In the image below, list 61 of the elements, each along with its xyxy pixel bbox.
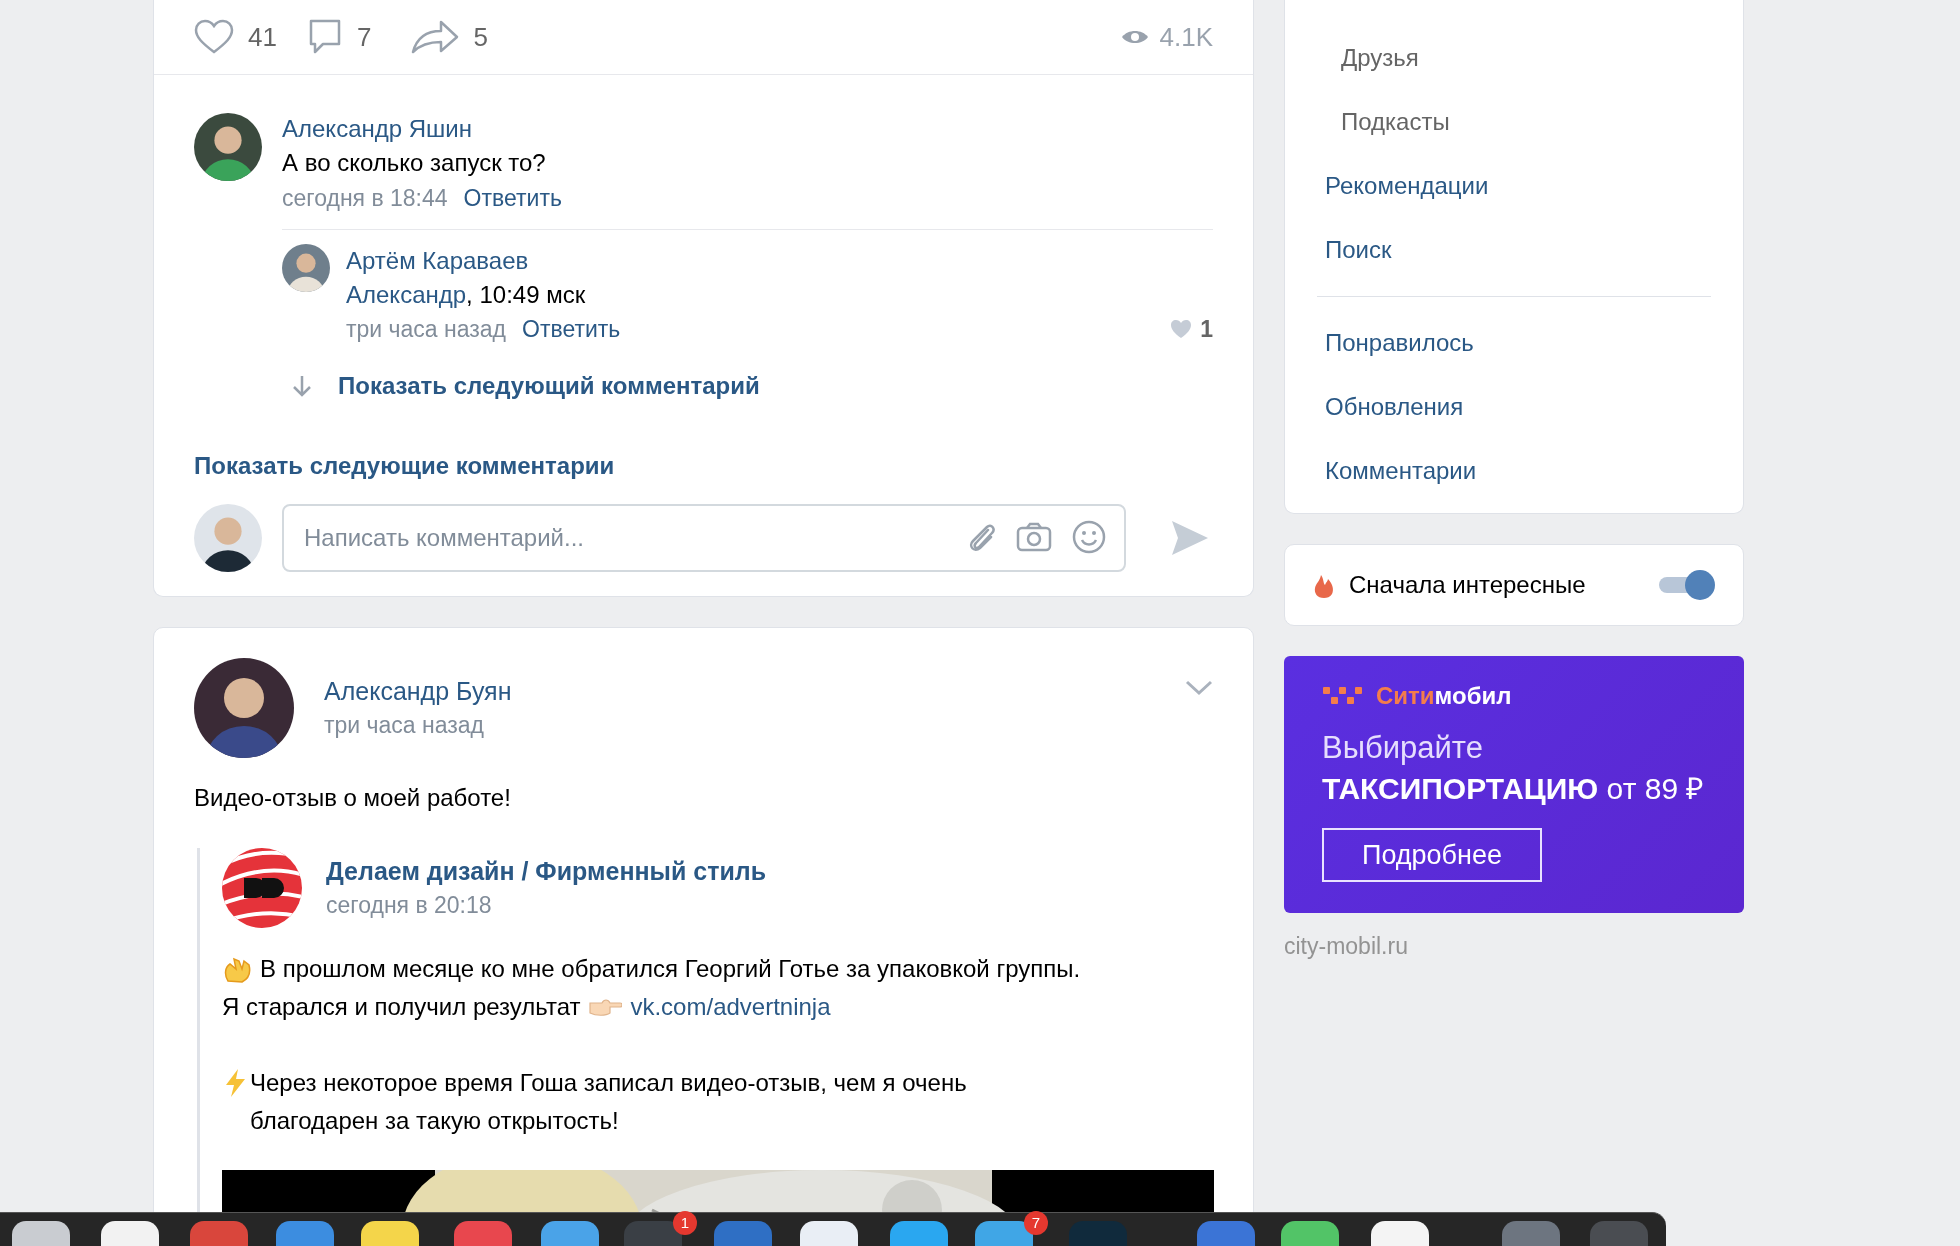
comment-time: три часа назад [346,315,506,344]
comment-time: сегодня в 18:44 [282,184,448,213]
author-link[interactable]: Артём Караваев [346,244,529,278]
post-time: сегодня в 20:18 [326,891,493,920]
heart-icon [194,19,234,55]
clapping-hands-icon [222,955,252,983]
app-icon[interactable] [1371,1221,1429,1246]
menu-item[interactable]: Поиск [1325,218,1392,282]
details-button[interactable]: Подробнее [1322,828,1542,882]
post-text: Видео-отзыв о моей работе! [193,783,512,813]
smiley-icon[interactable] [1072,520,1106,554]
author-link[interactable]: Александр Яшин [282,113,472,145]
menu-item[interactable]: Обновления [1325,375,1464,439]
like-button[interactable]: 1 [1170,312,1213,346]
brand-name: Ситимобил [1376,681,1512,711]
author-link[interactable]: Александр Буян [324,674,512,708]
toggle-label: Сначала интересные [1349,570,1587,600]
toggle-switch[interactable] [1659,568,1715,602]
menu-item[interactable]: Понравилось [1325,311,1474,375]
view-count: 4.1K [1159,20,1213,54]
app-icon[interactable] [890,1221,948,1246]
comment-text: А во сколько запуск то? [282,148,547,178]
comment-button[interactable]: 7 [306,17,372,57]
heart-icon [1170,319,1193,339]
post-text: Через некоторое время Гоша записал видео-отзыв, чем я очень благодарен за такую открытость! [250,1068,967,1136]
menu-item[interactable]: Рекомендации [1325,154,1489,218]
ad-headline: ТАКСИПОРТАЦИЮ от 89 ₽ [1322,771,1705,807]
show-more-link[interactable]: Показать следующие комментарии [194,448,615,484]
app-icon[interactable] [975,1221,1033,1246]
share-button[interactable]: 5 [411,17,488,57]
avatar [282,244,330,292]
post-text: Я старался и получил результат [222,992,581,1022]
app-icon[interactable] [800,1221,858,1246]
reply-link[interactable]: Ответить [522,312,621,346]
link[interactable]: vk.com/advertninja [630,988,831,1026]
app-icon[interactable] [541,1221,599,1246]
reply-link[interactable]: Ответить [463,181,562,215]
post-time: три часа назад [324,711,485,740]
notification-badge: 1 [673,1211,697,1235]
ad-title: Выбирайте [1322,729,1484,767]
like-button[interactable]: 41 [194,17,277,57]
post-text: В прошлом месяце ко мне обратился Георгий Готье за упаковкой группы. [260,954,1081,984]
menu-item[interactable]: Подкасты [1341,90,1450,154]
camera-icon[interactable] [1016,522,1052,552]
group-name-link[interactable]: Делаем дизайн / Фирменный стиль [326,854,767,888]
comment-text: , 10:49 мск [466,280,586,310]
share-arrow-icon [411,19,460,55]
app-icon[interactable] [361,1221,419,1246]
pointing-hand-icon [588,997,623,1017]
notification-badge: 7 [1024,1211,1048,1235]
show-next-link[interactable]: Показать следующий комментарий [338,368,760,404]
ad-banner[interactable]: Ситимобил Выбирайте ТАКСИПОРТАЦИЮ от 89 ₽ Подробнее [1284,656,1744,913]
app-icon[interactable] [1281,1221,1339,1246]
mention-link[interactable]: Александр [346,278,467,312]
chevron-down-icon[interactable] [1185,680,1213,696]
app-icon[interactable] [12,1221,70,1246]
down-arrow-icon [290,374,314,398]
menu-item[interactable]: Друзья [1341,26,1419,90]
menu-item[interactable]: Комментарии [1325,439,1477,503]
app-icon[interactable] [101,1221,159,1246]
comment-field[interactable]: Написать комментарий... [282,504,1126,572]
